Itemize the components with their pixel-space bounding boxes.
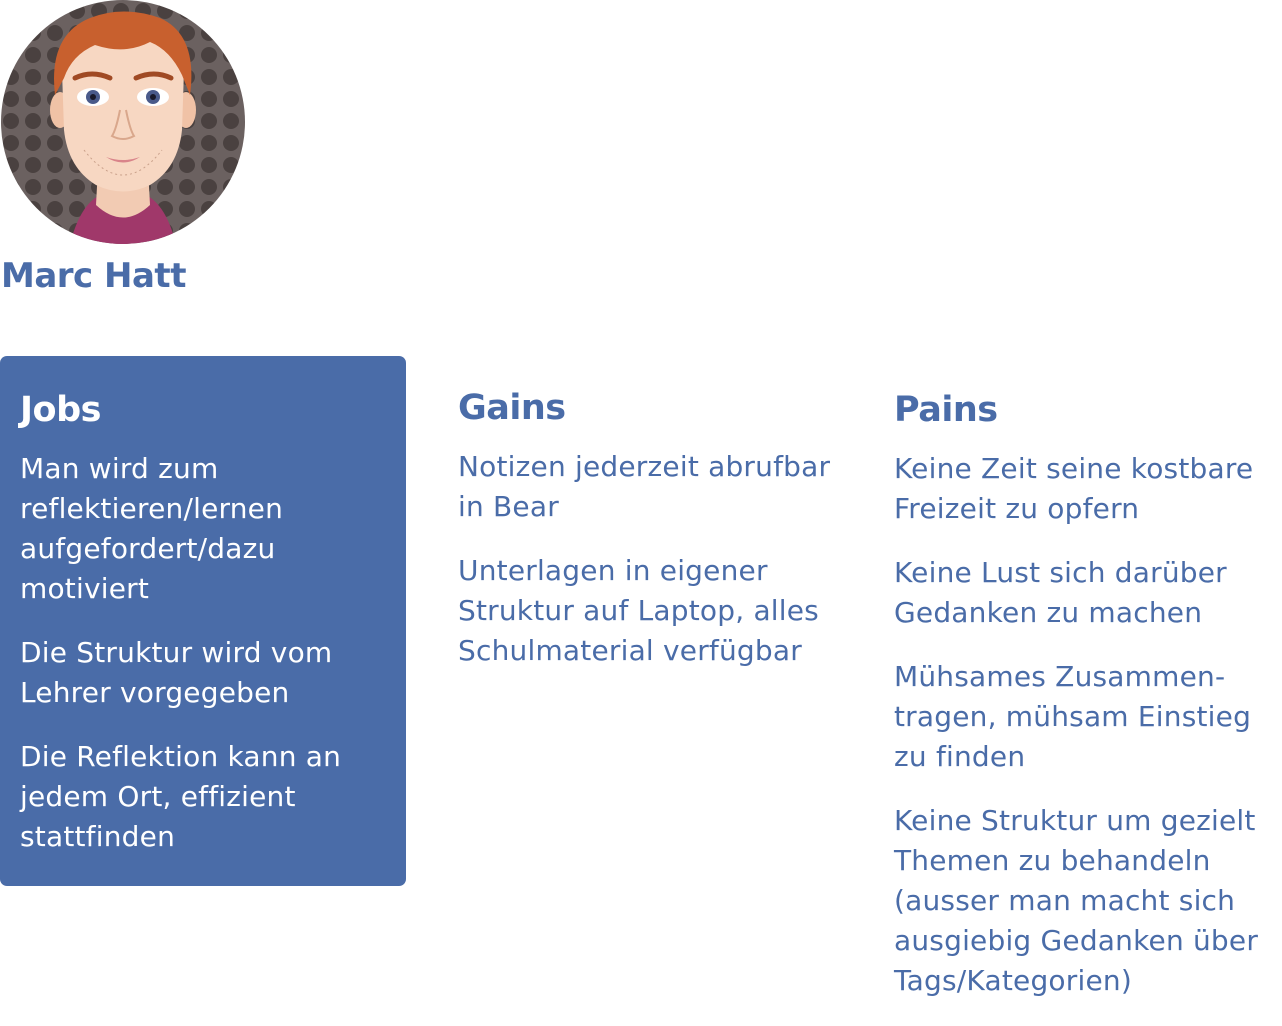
list-item: Keine Lust sich darüber Gedanken zu mach…	[894, 556, 1227, 629]
list-item: Mühsames Zusammen-tragen, mühsam Einstie…	[894, 660, 1252, 773]
list-item: Man wird zum reflektieren/lernen aufgefo…	[20, 452, 284, 605]
list-item: Keine Struktur um gezielt Themen zu beha…	[894, 804, 1259, 997]
list-item: Unterlagen in eigener Struktur auf Lapto…	[458, 554, 819, 667]
list-item: Keine Zeit seine kostbare Freizeit zu op…	[894, 452, 1254, 525]
avatar-illustration	[1, 0, 245, 244]
list-item: Die Struktur wird vom Lehrer vorgegeben	[20, 636, 333, 709]
persona-name: Marc Hatt	[1, 256, 186, 296]
jobs-list: Man wird zum reflektieren/lernen aufgefo…	[20, 449, 400, 857]
jobs-column: Jobs Man wird zum reflektieren/lernen au…	[20, 387, 400, 881]
gains-column: Gains Notizen jederzeit abrufbar in Bear…	[458, 385, 838, 695]
pains-title: Pains	[894, 390, 998, 430]
list-item: Notizen jederzeit abrufbar in Bear	[458, 450, 831, 523]
persona-avatar	[0, 0, 246, 244]
list-item: Die Reflektion kann an jedem Ort, effizi…	[20, 740, 342, 853]
pains-list: Keine Zeit seine kostbare Freizeit zu op…	[894, 449, 1274, 1001]
gains-list: Notizen jederzeit abrufbar in Bear Unter…	[458, 447, 838, 671]
jobs-title: Jobs	[20, 390, 101, 430]
gains-title: Gains	[458, 388, 566, 428]
pains-column: Pains Keine Zeit seine kostbare Freizeit…	[894, 387, 1274, 1025]
